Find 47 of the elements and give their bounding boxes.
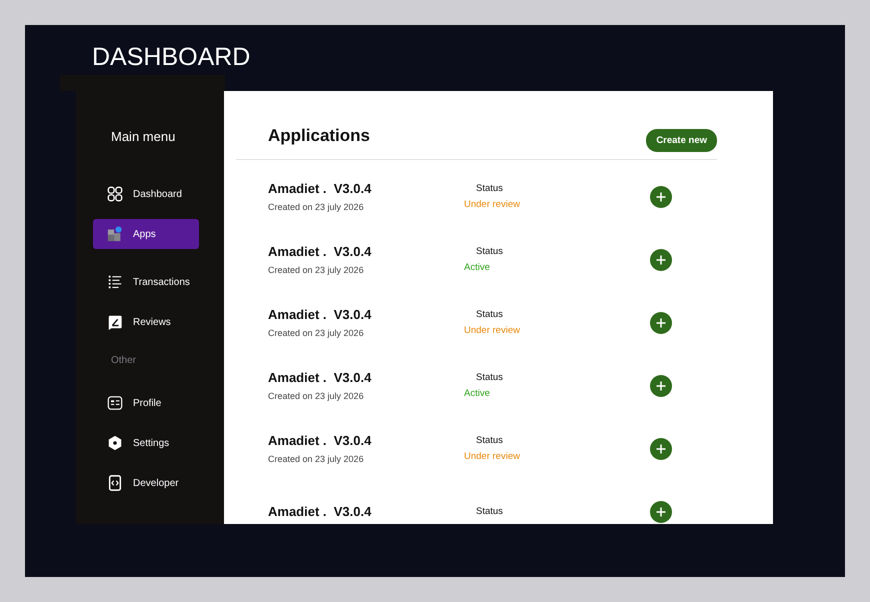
review-icon: [107, 314, 123, 330]
nav-item[interactable]: Profile: [93, 388, 199, 418]
status-value: Under review: [464, 325, 521, 336]
status-value: Under review: [464, 451, 521, 462]
created-date: Created on 23 july 2026: [268, 202, 365, 212]
nav-item[interactable]: Apps: [93, 219, 199, 249]
status-label: Status: [475, 506, 504, 517]
status-label: Status: [475, 183, 504, 194]
nav-item[interactable]: Reviews: [93, 307, 199, 337]
add-icon[interactable]: [650, 312, 672, 334]
nav-item[interactable]: Developer: [93, 468, 199, 498]
menu-heading: Main menu: [110, 129, 176, 144]
section-label: Other: [110, 355, 138, 366]
app-name: Amadiet . V3.0.4: [268, 307, 372, 322]
app-name: Amadiet . V3.0.4: [268, 433, 372, 448]
app-name: Amadiet . V3.0.4: [268, 370, 372, 385]
list-icon: [107, 274, 123, 290]
app-name: Amadiet . V3.0.4: [268, 181, 372, 196]
add-icon[interactable]: [650, 438, 672, 460]
apps-icon: [107, 226, 123, 242]
page-title: DASHBOARD: [92, 43, 252, 73]
created-date: Created on 23 july 2026: [268, 391, 365, 401]
section-title: Applications: [268, 126, 370, 146]
card-icon: [107, 395, 123, 411]
add-icon[interactable]: [650, 500, 672, 522]
created-date: Created on 23 july 2026: [268, 328, 365, 338]
add-icon[interactable]: [650, 248, 672, 270]
hex-icon: [107, 435, 123, 451]
code-icon: [107, 475, 123, 491]
status-value: Active: [464, 388, 491, 399]
app-name: Amadiet . V3.0.4: [268, 244, 372, 259]
status-label: Status: [475, 435, 504, 446]
nav-item[interactable]: Settings: [93, 428, 199, 458]
app-name: Amadiet . V3.0.4: [268, 504, 372, 519]
status-value: Active: [464, 262, 491, 273]
nav-item[interactable]: Transactions: [93, 267, 199, 297]
add-icon[interactable]: [650, 374, 672, 396]
grid-icon: [107, 186, 123, 202]
add-icon[interactable]: [650, 186, 672, 208]
nav-item[interactable]: Dashboard: [93, 179, 199, 209]
status-value: Under review: [464, 199, 521, 210]
status-label: Status: [475, 372, 504, 383]
create-new-button[interactable]: Create new: [646, 129, 717, 152]
status-label: Status: [475, 246, 504, 257]
status-label: Status: [475, 309, 504, 320]
created-date: Created on 23 july 2026: [268, 454, 365, 464]
created-date: Created on 23 july 2026: [268, 265, 365, 275]
